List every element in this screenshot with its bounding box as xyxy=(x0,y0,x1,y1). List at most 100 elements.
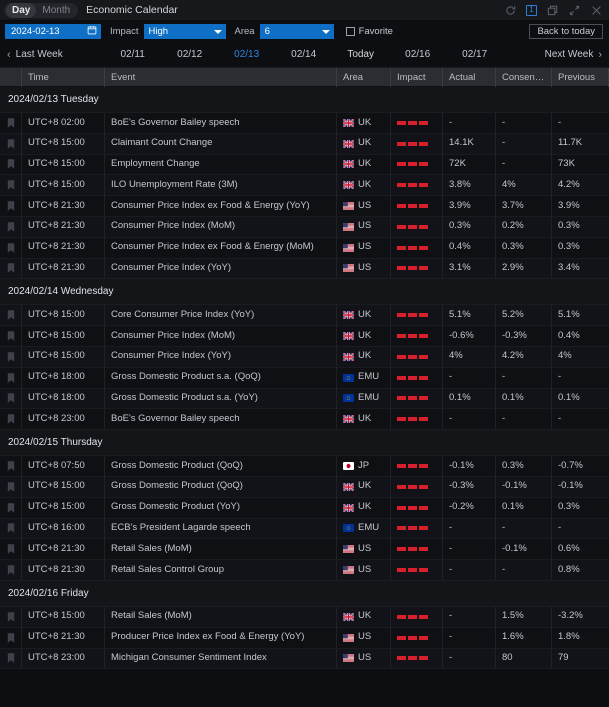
bookmark-icon[interactable] xyxy=(7,503,15,513)
table-row[interactable]: UTC+8 21:30Consumer Price Index (MoM)US0… xyxy=(0,217,609,238)
table-row[interactable]: UTC+8 21:30Consumer Price Index (YoY)US3… xyxy=(0,259,609,280)
column-header-event[interactable]: Event xyxy=(105,68,337,87)
row-bookmark-button[interactable] xyxy=(0,627,22,648)
row-event[interactable]: Retail Sales (MoM) xyxy=(105,539,337,560)
bookmark-icon[interactable] xyxy=(7,180,15,190)
bookmark-icon[interactable] xyxy=(7,414,15,424)
row-bookmark-button[interactable] xyxy=(0,305,22,326)
column-header-actual[interactable]: Actual xyxy=(443,68,496,87)
close-icon[interactable] xyxy=(590,4,603,17)
table-row[interactable]: UTC+8 18:00Gross Domestic Product s.a. (… xyxy=(0,368,609,389)
bookmark-icon[interactable] xyxy=(7,393,15,403)
row-event[interactable]: Consumer Price Index (YoY) xyxy=(105,346,337,367)
week-day-4[interactable]: Today xyxy=(332,49,389,60)
week-day-2[interactable]: 02/13 xyxy=(218,49,275,60)
row-event[interactable]: Retail Sales (MoM) xyxy=(105,606,337,627)
view-mode-day[interactable]: Day xyxy=(6,3,36,18)
row-event[interactable]: Gross Domestic Product (YoY) xyxy=(105,497,337,518)
row-event[interactable]: Michigan Consumer Sentiment Index xyxy=(105,648,337,669)
bookmark-icon[interactable] xyxy=(7,482,15,492)
row-bookmark-button[interactable] xyxy=(0,237,22,258)
window-count-icon[interactable]: 1 xyxy=(526,5,537,16)
table-row[interactable]: UTC+8 23:00Michigan Consumer Sentiment I… xyxy=(0,649,609,670)
row-bookmark-button[interactable] xyxy=(0,606,22,627)
bookmark-icon[interactable] xyxy=(7,612,15,622)
row-bookmark-button[interactable] xyxy=(0,154,22,175)
table-row[interactable]: UTC+8 15:00ILO Unemployment Rate (3M)UK3… xyxy=(0,175,609,196)
row-event[interactable]: ILO Unemployment Rate (3M) xyxy=(105,175,337,196)
row-event[interactable]: Consumer Price Index ex Food & Energy (M… xyxy=(105,237,337,258)
bookmark-icon[interactable] xyxy=(7,331,15,341)
bookmark-icon[interactable] xyxy=(7,263,15,273)
expand-icon[interactable] xyxy=(568,4,581,17)
bookmark-icon[interactable] xyxy=(7,523,15,533)
table-row[interactable]: UTC+8 15:00Retail Sales (MoM)UK-1.5%-3.2… xyxy=(0,607,609,628)
row-bookmark-button[interactable] xyxy=(0,216,22,237)
row-event[interactable]: Consumer Price Index (YoY) xyxy=(105,258,337,279)
bookmark-icon[interactable] xyxy=(7,310,15,320)
bookmark-icon[interactable] xyxy=(7,565,15,575)
prev-week-button[interactable]: ‹ Last Week xyxy=(7,49,63,61)
row-bookmark-button[interactable] xyxy=(0,258,22,279)
bookmark-icon[interactable] xyxy=(7,461,15,471)
row-bookmark-button[interactable] xyxy=(0,196,22,217)
row-event[interactable]: Consumer Price Index (MoM) xyxy=(105,326,337,347)
row-event[interactable]: Claimant Count Change xyxy=(105,133,337,154)
table-row[interactable]: UTC+8 21:30Retail Sales Control GroupUS-… xyxy=(0,560,609,581)
view-mode-month[interactable]: Month xyxy=(36,3,76,18)
table-row[interactable]: UTC+8 23:00BoE's Governor Bailey speechU… xyxy=(0,409,609,430)
table-row[interactable]: UTC+8 15:00Gross Domestic Product (YoY)U… xyxy=(0,498,609,519)
bookmark-icon[interactable] xyxy=(7,243,15,253)
row-bookmark-button[interactable] xyxy=(0,367,22,388)
row-event[interactable]: Gross Domestic Product (QoQ) xyxy=(105,456,337,477)
row-bookmark-button[interactable] xyxy=(0,346,22,367)
bookmark-icon[interactable] xyxy=(7,544,15,554)
row-bookmark-button[interactable] xyxy=(0,518,22,539)
column-header-consensus[interactable]: Consensus xyxy=(496,68,552,87)
bookmark-icon[interactable] xyxy=(7,201,15,211)
row-bookmark-button[interactable] xyxy=(0,326,22,347)
table-row[interactable]: UTC+8 21:30Consumer Price Index ex Food … xyxy=(0,238,609,259)
bookmark-icon[interactable] xyxy=(7,653,15,663)
table-row[interactable]: UTC+8 21:30Consumer Price Index ex Food … xyxy=(0,196,609,217)
table-row[interactable]: UTC+8 21:30Producer Price Index ex Food … xyxy=(0,628,609,649)
date-picker[interactable]: 2024-02-13 xyxy=(5,24,101,39)
row-bookmark-button[interactable] xyxy=(0,409,22,430)
row-event[interactable]: Retail Sales Control Group xyxy=(105,560,337,581)
row-event[interactable]: Consumer Price Index (MoM) xyxy=(105,216,337,237)
row-bookmark-button[interactable] xyxy=(0,497,22,518)
row-event[interactable]: Consumer Price Index ex Food & Energy (Y… xyxy=(105,196,337,217)
bookmark-icon[interactable] xyxy=(7,139,15,149)
bookmark-icon[interactable] xyxy=(7,159,15,169)
bookmark-icon[interactable] xyxy=(7,352,15,362)
row-event[interactable]: Gross Domestic Product s.a. (QoQ) xyxy=(105,367,337,388)
calendar-table-body[interactable]: 2024/02/13 TuesdayUTC+8 02:00BoE's Gover… xyxy=(0,87,609,707)
row-event[interactable]: Core Consumer Price Index (YoY) xyxy=(105,305,337,326)
row-event[interactable]: Employment Change xyxy=(105,154,337,175)
table-row[interactable]: UTC+8 02:00BoE's Governor Bailey speechU… xyxy=(0,113,609,134)
column-header-previous[interactable]: Previous xyxy=(552,68,609,87)
table-row[interactable]: UTC+8 15:00Employment ChangeUK72K-73K xyxy=(0,155,609,176)
week-day-6[interactable]: 02/17 xyxy=(446,49,503,60)
column-header-time[interactable]: Time xyxy=(22,68,105,87)
table-row[interactable]: UTC+8 16:00ECB's President Lagarde speec… xyxy=(0,519,609,540)
row-event[interactable]: BoE's Governor Bailey speech xyxy=(105,409,337,430)
row-bookmark-button[interactable] xyxy=(0,175,22,196)
row-event[interactable]: Producer Price Index ex Food & Energy (Y… xyxy=(105,627,337,648)
row-bookmark-button[interactable] xyxy=(0,476,22,497)
row-bookmark-button[interactable] xyxy=(0,456,22,477)
table-row[interactable]: UTC+8 15:00Claimant Count ChangeUK14.1K-… xyxy=(0,134,609,155)
bookmark-icon[interactable] xyxy=(7,222,15,232)
row-event[interactable]: ECB's President Lagarde speech xyxy=(105,518,337,539)
checkbox-box-icon[interactable] xyxy=(346,27,355,36)
impact-filter-select[interactable]: High xyxy=(144,24,226,39)
row-bookmark-button[interactable] xyxy=(0,388,22,409)
bookmark-icon[interactable] xyxy=(7,373,15,383)
refresh-icon[interactable] xyxy=(504,4,517,17)
row-event[interactable]: Gross Domestic Product s.a. (YoY) xyxy=(105,388,337,409)
row-bookmark-button[interactable] xyxy=(0,539,22,560)
row-bookmark-button[interactable] xyxy=(0,560,22,581)
row-bookmark-button[interactable] xyxy=(0,113,22,134)
next-week-button[interactable]: Next Week › xyxy=(545,49,602,61)
favorite-checkbox[interactable]: Favorite xyxy=(346,26,393,37)
